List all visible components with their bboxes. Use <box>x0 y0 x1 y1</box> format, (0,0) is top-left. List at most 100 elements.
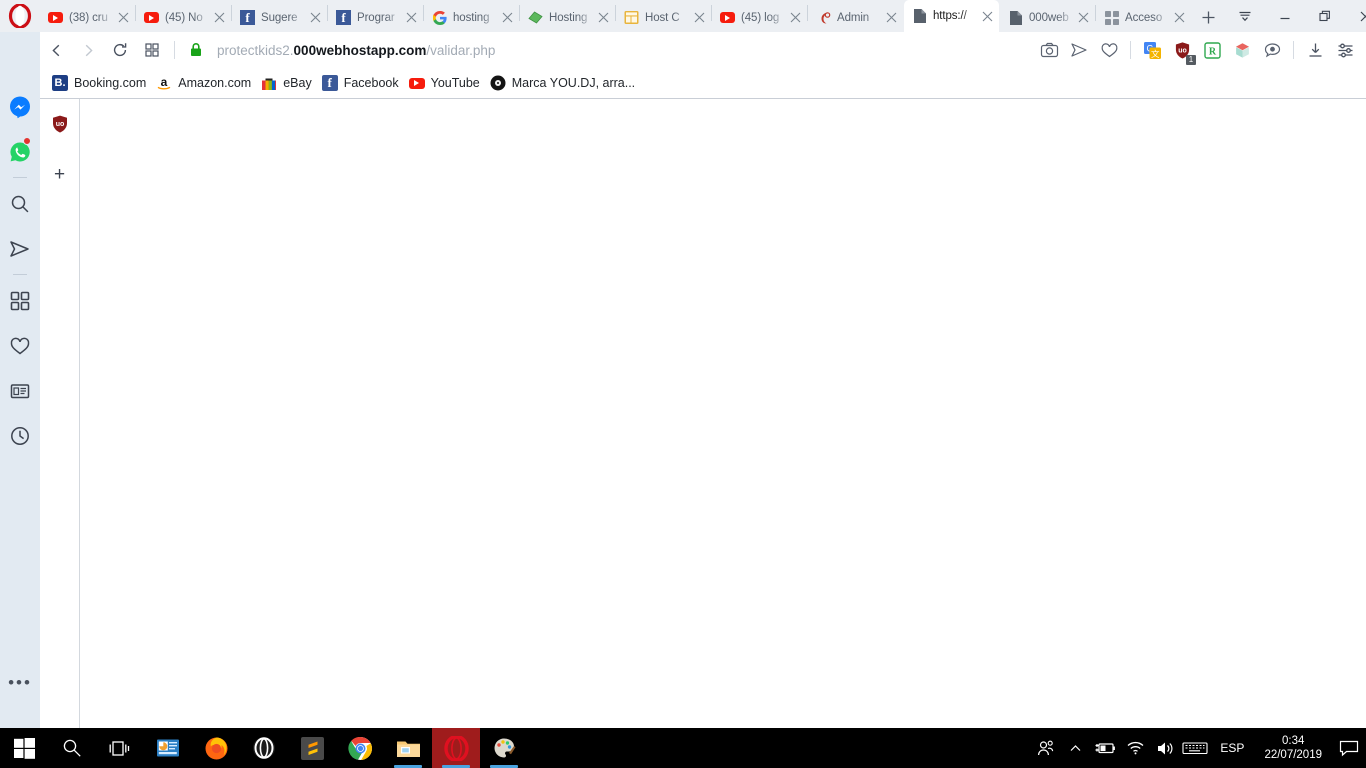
youtube-icon <box>720 10 735 25</box>
bookmark-item[interactable]: Marca YOU.DJ, arra... <box>488 72 643 94</box>
tab-title: 000web <box>1029 11 1069 24</box>
chevron-up-icon[interactable] <box>1060 728 1090 768</box>
file-explorer-app[interactable] <box>384 728 432 768</box>
close-button[interactable] <box>1345 1 1366 31</box>
youtube-icon <box>408 75 425 91</box>
tab-title: Hosting <box>549 11 588 24</box>
ublock-shield-icon[interactable]: uo <box>49 113 71 135</box>
search-button[interactable] <box>48 728 96 768</box>
tab-close-icon[interactable] <box>499 10 515 26</box>
keyboard-icon[interactable] <box>1180 728 1210 768</box>
bookmark-item[interactable]: f Facebook <box>320 72 407 94</box>
download-icon[interactable] <box>1300 35 1330 65</box>
clock[interactable]: 0:34 22/07/2019 <box>1254 734 1332 762</box>
youtube-icon <box>144 10 159 25</box>
padlock-icon[interactable] <box>189 42 203 58</box>
google-translate-extension[interactable]: G 文 <box>1137 35 1167 65</box>
people-icon[interactable] <box>1030 728 1060 768</box>
language-indicator[interactable]: ESP <box>1210 741 1254 755</box>
task-view-button[interactable] <box>96 728 144 768</box>
url-domain: 000webhostapp.com <box>293 42 427 58</box>
window-controls <box>1225 0 1366 32</box>
bookmark-item[interactable]: a Amazon.com <box>154 72 259 94</box>
paint-app[interactable] <box>480 728 528 768</box>
opera-gx-app[interactable] <box>240 728 288 768</box>
wifi-icon[interactable] <box>1120 728 1150 768</box>
start-button[interactable] <box>0 728 48 768</box>
address-bar[interactable]: protectkids2.000webhostapp.com/validar.p… <box>181 35 1034 65</box>
sidebar-item-whatsapp[interactable] <box>0 129 40 174</box>
toolbar-right-icons: G 文 uo 1 R <box>1034 35 1366 65</box>
tab-close-icon[interactable] <box>979 8 995 24</box>
tab[interactable]: (45) log <box>712 3 807 32</box>
tab-close-icon[interactable] <box>883 10 899 26</box>
tab[interactable]: Host C <box>616 3 711 32</box>
navigation-toolbar: protectkids2.000webhostapp.com/validar.p… <box>0 32 1366 68</box>
tab-close-icon[interactable] <box>115 10 131 26</box>
tab[interactable]: hosting <box>424 3 519 32</box>
ublock-origin-extension[interactable]: uo 1 <box>1167 35 1197 65</box>
send-to-device-icon[interactable] <box>1064 35 1094 65</box>
tab-close-icon[interactable] <box>691 10 707 26</box>
back-button[interactable] <box>40 34 72 66</box>
sidebar-more-button[interactable]: ••• <box>0 668 40 698</box>
sidebar-item-speed-dial[interactable] <box>0 278 40 323</box>
tab-close-icon[interactable] <box>307 10 323 26</box>
tab[interactable]: (38) cru <box>40 3 135 32</box>
tab-close-icon[interactable] <box>595 10 611 26</box>
tab-active[interactable]: https:// <box>904 0 999 32</box>
tab[interactable]: f Prograr <box>328 3 423 32</box>
tab-close-icon[interactable] <box>1075 10 1091 26</box>
volume-icon[interactable] <box>1150 728 1180 768</box>
battery-charging-icon[interactable] <box>1090 728 1120 768</box>
easy-setup-icon[interactable] <box>1330 35 1360 65</box>
3d-box-extension[interactable] <box>1227 35 1257 65</box>
firefox-app[interactable] <box>192 728 240 768</box>
bookmark-item[interactable]: B. Booking.com <box>50 72 154 94</box>
tab[interactable]: Acceso <box>1096 3 1191 32</box>
youtube-icon <box>48 10 63 25</box>
whatsapp-badge <box>23 137 31 145</box>
sidebar-item-news[interactable] <box>0 368 40 413</box>
tab[interactable]: f Sugere <box>232 3 327 32</box>
powerpoint-app[interactable] <box>144 728 192 768</box>
sidebar-item-search[interactable] <box>0 181 40 226</box>
sidebar-item-telegram[interactable] <box>0 226 40 271</box>
tab-close-icon[interactable] <box>211 10 227 26</box>
reload-button[interactable] <box>104 34 136 66</box>
url-text[interactable]: protectkids2.000webhostapp.com/validar.p… <box>217 43 495 58</box>
opera-logo-icon[interactable] <box>0 0 40 32</box>
tab[interactable]: Hosting <box>520 3 615 32</box>
tab-title: hosting <box>453 11 490 24</box>
grid-icon <box>1104 10 1119 25</box>
tab-close-icon[interactable] <box>787 10 803 26</box>
opera-app[interactable] <box>432 728 480 768</box>
speed-dial-button[interactable] <box>136 34 168 66</box>
tab[interactable]: Admin <box>808 3 903 32</box>
sidebar-item-messenger[interactable] <box>0 84 40 129</box>
snapshot-icon[interactable] <box>1034 35 1064 65</box>
tab[interactable]: (45) No <box>136 3 231 32</box>
heart-icon[interactable] <box>1094 35 1124 65</box>
minimize-button[interactable] <box>1265 1 1305 31</box>
chrome-app[interactable] <box>336 728 384 768</box>
tab-close-icon[interactable] <box>403 10 419 26</box>
url-path: /validar.php <box>426 42 496 58</box>
requestly-extension[interactable]: R <box>1197 35 1227 65</box>
sublime-text-app[interactable] <box>288 728 336 768</box>
forward-button[interactable] <box>72 34 104 66</box>
new-tab-button[interactable] <box>1191 3 1225 32</box>
tab-list-icon[interactable] <box>1225 1 1265 31</box>
restore-button[interactable] <box>1305 1 1345 31</box>
rail-add-button[interactable]: + <box>48 163 72 187</box>
tab[interactable]: 000web <box>1000 3 1095 32</box>
sidebar-item-history[interactable] <box>0 413 40 458</box>
bookmark-item[interactable]: YouTube <box>407 72 488 94</box>
bookmark-label: YouTube <box>430 76 480 90</box>
tab-close-icon[interactable] <box>1171 10 1187 26</box>
svg-text:文: 文 <box>1151 49 1160 59</box>
action-center-icon[interactable] <box>1332 728 1366 768</box>
speech-bubble-extension[interactable] <box>1257 35 1287 65</box>
bookmark-item[interactable]: eBay <box>259 72 320 94</box>
sidebar-item-bookmarks[interactable] <box>0 323 40 368</box>
